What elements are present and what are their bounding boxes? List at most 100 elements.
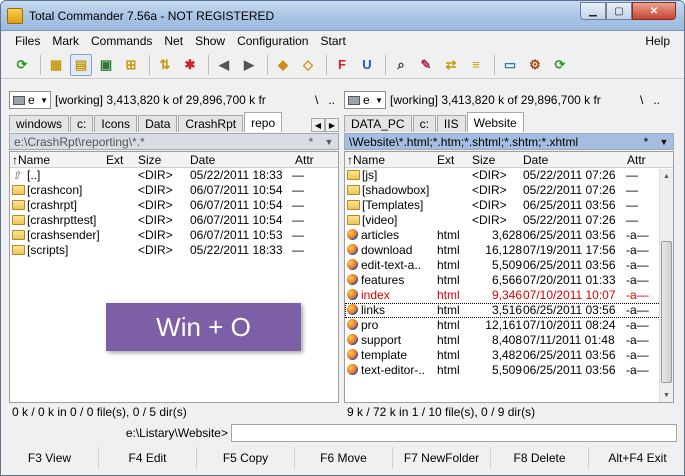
refresh-button[interactable]: ⟳	[11, 54, 33, 76]
col-date[interactable]: Date	[190, 153, 215, 167]
file-row[interactable]: [Templates] <DIR> 06/25/2011 03:56 —	[345, 198, 673, 213]
sync-button[interactable]: ⇄	[440, 54, 462, 76]
right-tab-c[interactable]: c:	[412, 115, 436, 132]
file-row[interactable]: [crashrpttest] <DIR> 06/07/2011 10:54 —	[10, 213, 338, 228]
col-ext[interactable]: Ext	[437, 153, 454, 167]
html-file-icon	[347, 304, 358, 315]
left-drive-select[interactable]: e ▼	[9, 91, 51, 109]
col-name[interactable]: ↑Name	[12, 153, 50, 167]
left-root-button[interactable]: \	[315, 93, 318, 107]
right-tab-data-pc[interactable]: DATA_PC	[344, 115, 412, 132]
scroll-up-icon[interactable]: ▲	[660, 169, 673, 183]
file-row[interactable]: features html 6,566 07/20/2011 01:33 -a—	[345, 273, 673, 288]
right-tab-website[interactable]: Website	[466, 112, 524, 132]
clear-selection-button[interactable]: ✱	[179, 54, 201, 76]
file-name-text: pro	[361, 318, 379, 332]
menu-help[interactable]: Help	[639, 34, 676, 48]
menu-net[interactable]: Net	[158, 34, 189, 48]
left-path-bar[interactable]: e:\CrashRpt\reporting\*.* * ▼	[9, 133, 339, 150]
left-tab-data[interactable]: Data	[138, 115, 178, 132]
menu-start[interactable]: Start	[314, 34, 351, 48]
back-button[interactable]: ◀	[213, 54, 235, 76]
forward-button[interactable]: ▶	[238, 54, 260, 76]
col-attr[interactable]: Attr	[627, 153, 646, 167]
tab-scroll-left-icon[interactable]: ◀	[311, 118, 325, 132]
file-row[interactable]: support html 8,408 07/11/2011 01:48 -a—	[345, 333, 673, 348]
close-button[interactable]: ✕	[632, 2, 676, 20]
file-row[interactable]: edit-text-a.. html 5,509 06/25/2011 03:56 -a…	[345, 258, 673, 273]
notepad-button[interactable]: ▭	[499, 54, 521, 76]
f4-edit-button[interactable]: F4 Edit	[99, 447, 197, 469]
compare-button[interactable]: ≡	[465, 54, 487, 76]
pack-button[interactable]: ◆	[272, 54, 294, 76]
url-button[interactable]: U	[356, 54, 378, 76]
file-row[interactable]: ⇧ [..] <DIR> 05/22/2011 18:33 —	[10, 168, 338, 183]
tree-button[interactable]: ⊞	[120, 54, 142, 76]
right-path-bar[interactable]: \Website\*.html;*.htm;*.shtml;*.shtm;*.x…	[344, 133, 674, 150]
invert-selection-button[interactable]: ⇅	[154, 54, 176, 76]
scroll-down-icon[interactable]: ▼	[660, 388, 673, 402]
tab-scroll-right-icon[interactable]: ▶	[325, 118, 339, 132]
left-history-button[interactable]: *	[302, 135, 320, 149]
ftp-button[interactable]: F	[331, 54, 353, 76]
reload-button[interactable]: ⟳	[549, 54, 571, 76]
file-row[interactable]: [scripts] <DIR> 05/22/2011 18:33 —	[10, 243, 338, 258]
col-ext[interactable]: Ext	[106, 153, 123, 167]
settings-button[interactable]: ⚙	[524, 54, 546, 76]
col-attr[interactable]: Attr	[295, 153, 314, 167]
file-row[interactable]: [shadowbox] <DIR> 05/22/2011 07:26 —	[345, 183, 673, 198]
file-row[interactable]: [crashrpt] <DIR> 06/07/2011 10:54 —	[10, 198, 338, 213]
brief-view-button[interactable]: ▦	[45, 54, 67, 76]
col-size[interactable]: Size	[138, 153, 161, 167]
menu-show[interactable]: Show	[189, 34, 231, 48]
file-row[interactable]: [js] <DIR> 05/22/2011 07:26 —	[345, 168, 673, 183]
file-row[interactable]: [crashsender] <DIR> 06/07/2011 10:53 —	[10, 228, 338, 243]
file-row[interactable]: [crashcon] <DIR> 06/07/2011 10:54 —	[10, 183, 338, 198]
search-button[interactable]: ⌕	[390, 54, 412, 76]
right-tab-iis[interactable]: IIS	[436, 115, 466, 132]
right-drive-select[interactable]: e ▼	[344, 91, 386, 109]
col-date[interactable]: Date	[523, 153, 548, 167]
right-scrollbar[interactable]: ▲ ▼	[659, 169, 673, 402]
right-root-button[interactable]: \	[640, 93, 643, 107]
unpack-button[interactable]: ◇	[297, 54, 319, 76]
f8-delete-button[interactable]: F8 Delete	[491, 447, 589, 469]
right-history-button[interactable]: *	[637, 135, 655, 149]
left-tab-repo[interactable]: repo	[244, 112, 283, 132]
col-size[interactable]: Size	[472, 153, 495, 167]
col-name[interactable]: ↑Name	[347, 153, 385, 167]
f5-copy-button[interactable]: F5 Copy	[197, 447, 295, 469]
left-up-button[interactable]: ..	[328, 93, 335, 107]
full-view-button[interactable]: ▤	[70, 53, 92, 76]
thumbnails-button[interactable]: ▣	[95, 54, 117, 76]
left-hotlist-button[interactable]: ▼	[320, 137, 338, 147]
file-row[interactable]: download html 16,128 07/19/2011 17:56 -a—	[345, 243, 673, 258]
f6-move-button[interactable]: F6 Move	[295, 447, 393, 469]
minimize-button[interactable]: ▁	[580, 2, 606, 20]
rename-button[interactable]: ✎	[415, 54, 437, 76]
file-row[interactable]: index html 9,346 07/10/2011 10:07 -a—	[345, 288, 673, 303]
menu-commands[interactable]: Commands	[85, 34, 158, 48]
menu-files[interactable]: Files	[9, 34, 46, 48]
file-row[interactable]: [video] <DIR> 05/22/2011 07:26 —	[345, 213, 673, 228]
window-controls: ▁ ▢ ✕	[580, 2, 676, 20]
file-row[interactable]: text-editor-.. html 5,509 06/25/2011 03:56-…	[345, 363, 673, 378]
file-row[interactable]: pro html 12,161 07/10/2011 08:24 -a—	[345, 318, 673, 333]
left-tab-crashrpt[interactable]: CrashRpt	[178, 115, 244, 132]
f7-newfolder-button[interactable]: F7 NewFolder	[393, 447, 491, 469]
file-row[interactable]: links html 3,516 06/25/2011 03:56 -a—	[345, 303, 673, 318]
right-up-button[interactable]: ..	[653, 93, 660, 107]
maximize-button[interactable]: ▢	[606, 2, 632, 20]
left-tab-windows[interactable]: windows	[9, 115, 70, 132]
right-hotlist-button[interactable]: ▼	[655, 137, 673, 147]
menu-configuration[interactable]: Configuration	[231, 34, 314, 48]
f3-view-button[interactable]: F3 View	[1, 447, 99, 469]
alt-f4-exit-button[interactable]: Alt+F4 Exit	[589, 447, 684, 469]
menu-mark[interactable]: Mark	[46, 34, 85, 48]
scroll-thumb[interactable]	[661, 241, 672, 383]
left-tab-c[interactable]: c:	[70, 115, 94, 132]
file-row[interactable]: articles html 3,628 06/25/2011 03:56 -a—	[345, 228, 673, 243]
command-line-input[interactable]	[231, 424, 677, 442]
file-row[interactable]: template html 3,482 06/25/2011 03:56 -a—	[345, 348, 673, 363]
left-tab-icons[interactable]: Icons	[94, 115, 138, 132]
